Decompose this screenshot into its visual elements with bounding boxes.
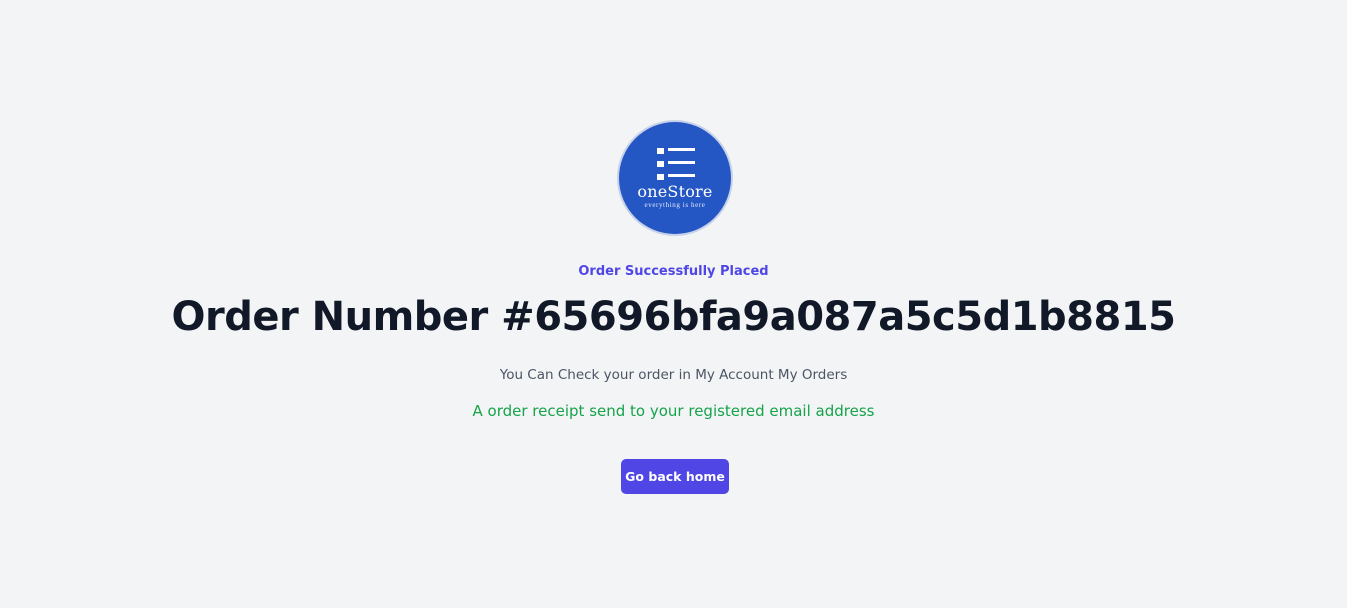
check-order-message: You Can Check your order in My Account M… <box>499 367 848 383</box>
store-logo-badge: oneStore everything is here <box>619 122 731 234</box>
logo-brand-name: oneStore <box>637 182 713 201</box>
order-status-text: Order Successfully Placed <box>578 264 769 279</box>
logo-tagline: everything is here <box>644 201 706 209</box>
list-icon <box>657 148 695 180</box>
go-back-home-button[interactable]: Go back home <box>621 459 729 494</box>
receipt-message: A order receipt send to your registered … <box>472 402 875 420</box>
store-logo: oneStore everything is here <box>617 120 733 236</box>
order-number-heading: Order Number #65696bfa9a087a5c5d1b8815 <box>171 294 1176 340</box>
order-confirmation-page: oneStore everything is here Order Succes… <box>0 0 1347 608</box>
